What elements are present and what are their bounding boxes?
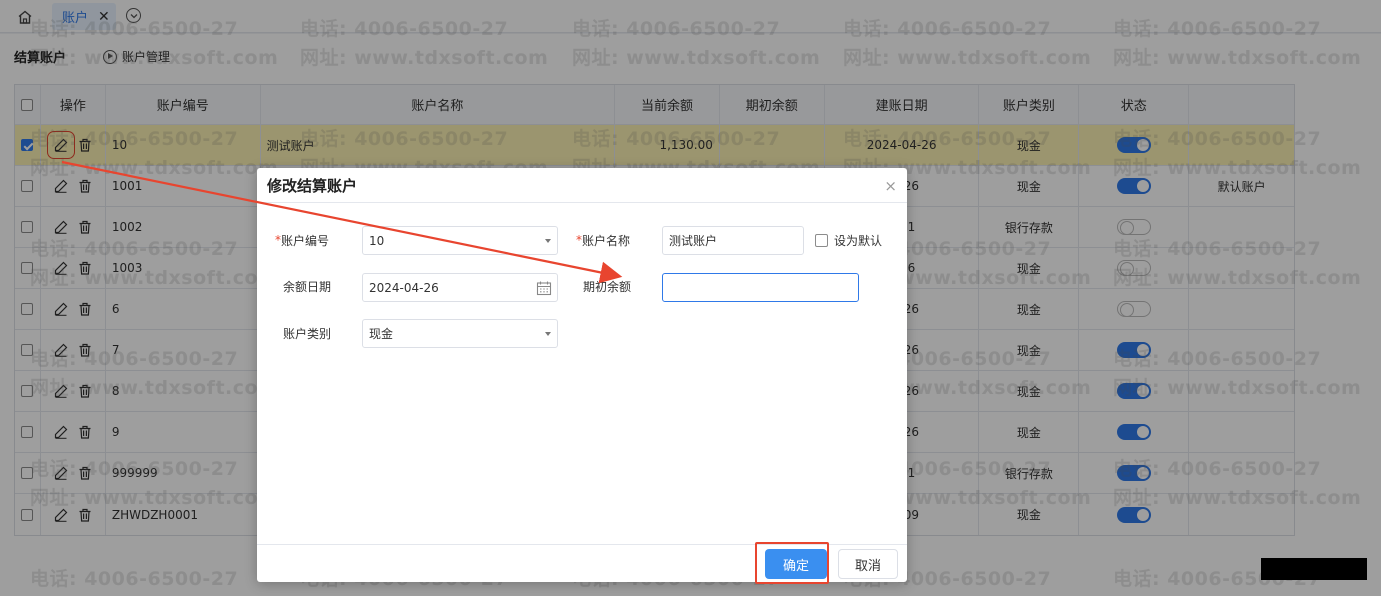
ok-button[interactable]: 确定 <box>765 549 827 579</box>
dialog-divider <box>257 202 907 203</box>
edit-account-dialog: 修改结算账户 × * 账户编号 10 * 账户名称 测试账户 设为默认 余额日期 2… <box>257 168 907 584</box>
account-no-label: * 账户编号 <box>275 233 330 248</box>
dialog-title: 修改结算账户 <box>267 177 358 195</box>
checkbox-box[interactable] <box>815 234 828 247</box>
account-name-value: 测试账户 <box>669 234 718 248</box>
initial-balance-label: 期初余额 <box>583 279 632 294</box>
caret-down-icon <box>545 239 551 243</box>
account-name-input[interactable]: 测试账户 <box>662 226 804 255</box>
account-type-label: 账户类别 <box>283 326 332 341</box>
redacted-area <box>1261 558 1367 580</box>
set-default-label: 设为默认 <box>834 234 883 248</box>
caret-down-icon <box>545 332 551 336</box>
initial-balance-input[interactable] <box>662 273 859 302</box>
balance-date-value: 2024-04-26 <box>369 280 439 295</box>
account-no-select[interactable]: 10 <box>362 226 558 255</box>
cancel-button[interactable]: 取消 <box>838 549 898 579</box>
balance-date-input[interactable]: 2024-04-26 <box>362 273 558 302</box>
calendar-icon[interactable] <box>536 280 552 299</box>
close-icon[interactable]: × <box>884 177 897 195</box>
account-type-value: 现金 <box>369 327 394 341</box>
account-name-label: * 账户名称 <box>576 233 631 248</box>
set-default-checkbox[interactable]: 设为默认 <box>815 232 882 249</box>
account-no-value: 10 <box>369 233 385 248</box>
account-type-select[interactable]: 现金 <box>362 319 558 348</box>
balance-date-label: 余额日期 <box>283 279 332 294</box>
